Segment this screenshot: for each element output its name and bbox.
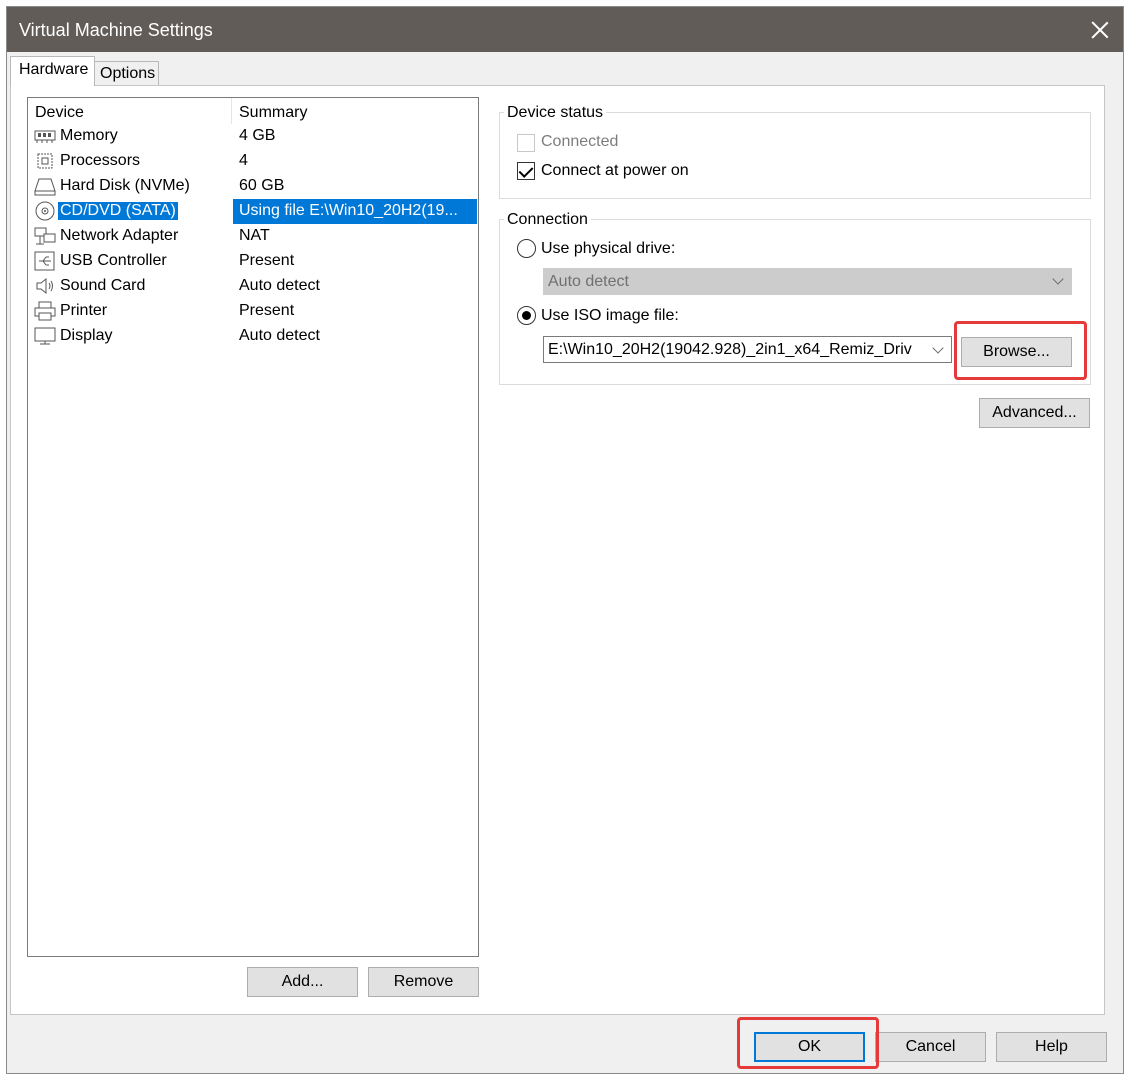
remove-button[interactable]: Remove [368, 967, 479, 997]
device-name: Hard Disk (NVMe) [60, 177, 190, 194]
device-summary: 4 GB [239, 127, 276, 144]
device-row-sound-card[interactable]: Sound Card Auto detect [29, 274, 477, 299]
use-iso-image-radio[interactable] [517, 306, 536, 325]
help-button[interactable]: Help [996, 1032, 1107, 1062]
highlight-box-browse [954, 321, 1087, 380]
device-name: USB Controller [60, 252, 167, 269]
tab-options-label: Options [100, 65, 156, 82]
usb-icon [34, 251, 55, 271]
device-name: Display [60, 327, 113, 344]
use-iso-image-label: Use ISO image file: [541, 307, 679, 324]
processor-icon [37, 153, 53, 169]
device-summary: Present [239, 302, 295, 319]
device-row-hard-disk[interactable]: Hard Disk (NVMe) 60 GB [29, 174, 477, 199]
device-summary: Using file E:\Win10_20H2(19... [239, 202, 458, 219]
monitor-icon [34, 327, 56, 345]
device-row-display[interactable]: Display Auto detect [29, 324, 477, 349]
device-row-processors[interactable]: Processors 4 [29, 149, 477, 174]
device-list-header: Device Summary [28, 98, 478, 124]
device-list[interactable]: Device Summary Memory 4 GB Processors 4 … [27, 97, 479, 957]
device-row-usb-controller[interactable]: USB Controller Present [29, 249, 477, 274]
connected-checkbox[interactable] [517, 134, 535, 152]
radio-selected-dot [522, 311, 531, 320]
device-status-title: Device status [504, 104, 607, 122]
add-button[interactable]: Add... [247, 967, 358, 997]
device-name: CD/DVD (SATA) [57, 201, 179, 221]
physical-drive-select[interactable]: Auto detect [543, 268, 1072, 295]
cd-dvd-icon [35, 201, 55, 221]
device-summary: Present [239, 252, 295, 269]
column-separator[interactable] [231, 98, 232, 124]
connection-title: Connection [504, 211, 591, 229]
printer-icon [34, 301, 56, 321]
tab-options[interactable]: Options [94, 61, 159, 86]
tab-hardware[interactable]: Hardware [10, 56, 95, 86]
device-name: Sound Card [60, 277, 146, 294]
connected-label: Connected [541, 133, 619, 150]
device-row-cd-dvd[interactable]: CD/DVD (SATA) Using file E:\Win10_20H2(1… [29, 199, 477, 224]
device-summary: Auto detect [239, 327, 320, 344]
chevron-down-icon [1052, 273, 1064, 285]
device-row-printer[interactable]: Printer Present [29, 299, 477, 324]
device-row-memory[interactable]: Memory 4 GB [29, 124, 477, 149]
device-row-network-adapter[interactable]: Network Adapter NAT [29, 224, 477, 249]
device-summary: NAT [239, 227, 270, 244]
speaker-icon [36, 277, 53, 295]
device-name: Printer [60, 302, 108, 319]
memory-icon [34, 130, 56, 143]
device-summary: 4 [239, 152, 248, 169]
cancel-button[interactable]: Cancel [875, 1032, 986, 1062]
network-adapter-icon [34, 227, 56, 245]
device-name: Processors [60, 152, 141, 169]
device-summary: 60 GB [239, 177, 285, 194]
checkmark-icon [518, 163, 534, 178]
use-physical-drive-radio[interactable] [517, 239, 536, 258]
title-bar[interactable]: Virtual Machine Settings [7, 7, 1123, 52]
window-title: Virtual Machine Settings [19, 20, 213, 40]
hard-disk-icon [34, 178, 56, 196]
advanced-button[interactable]: Advanced... [979, 398, 1090, 428]
iso-path-value: E:\Win10_20H2(19042.928)_2in1_x64_Remiz_… [548, 341, 912, 358]
device-name: Network Adapter [60, 227, 179, 244]
device-name: Memory [60, 127, 118, 144]
use-physical-drive-label: Use physical drive: [541, 240, 676, 257]
column-summary[interactable]: Summary [239, 104, 307, 122]
column-device[interactable]: Device [35, 104, 84, 122]
iso-path-combobox[interactable]: E:\Win10_20H2(19042.928)_2in1_x64_Remiz_… [543, 336, 952, 363]
device-summary: Auto detect [239, 277, 320, 294]
physical-drive-value: Auto detect [548, 273, 629, 290]
connect-at-power-on-label: Connect at power on [541, 162, 689, 179]
connect-at-power-on-checkbox[interactable] [517, 162, 535, 180]
close-icon[interactable] [1087, 17, 1113, 43]
tab-hardware-label: Hardware [19, 61, 89, 78]
highlight-box-ok [737, 1017, 879, 1069]
device-status-group [499, 112, 1091, 199]
